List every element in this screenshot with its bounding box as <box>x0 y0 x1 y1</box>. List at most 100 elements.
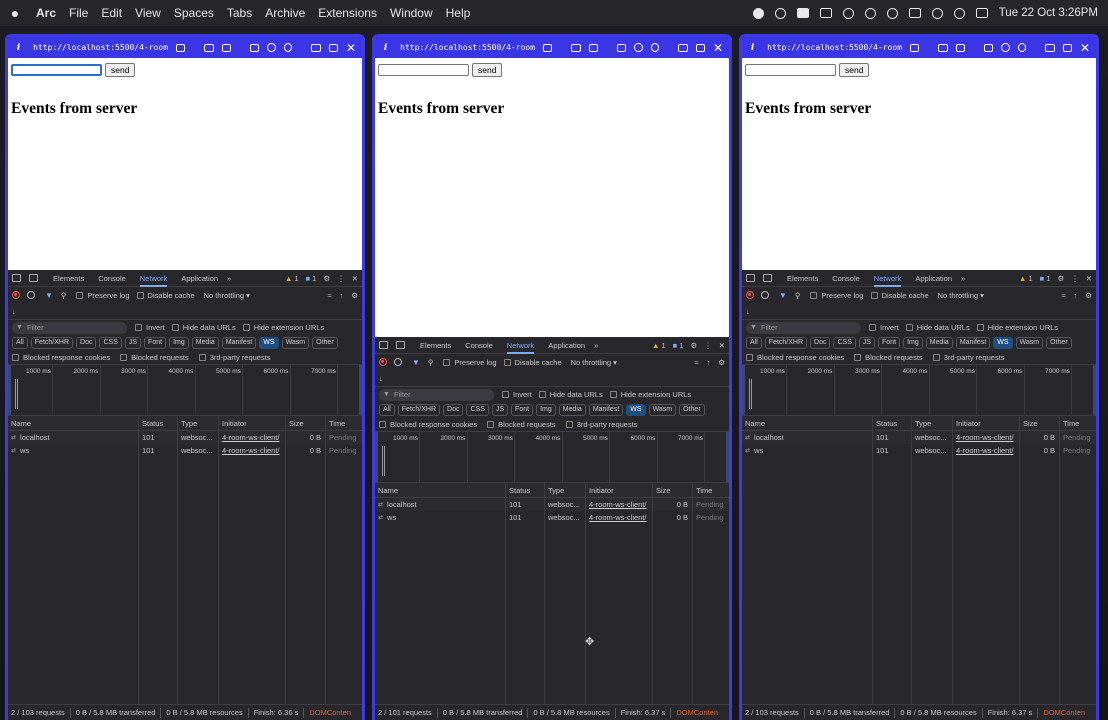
more-tabs-icon[interactable]: » <box>594 341 598 350</box>
type-filter-img[interactable]: Img <box>903 336 923 349</box>
col-size[interactable]: Size <box>653 483 693 497</box>
send-button[interactable]: send <box>839 63 870 77</box>
hide-data-urls-checkbox[interactable] <box>171 324 179 331</box>
menu-tabs[interactable]: Tabs <box>227 6 252 20</box>
type-filter-manifest[interactable]: Manifest <box>221 336 257 349</box>
disable-cache-checkbox[interactable] <box>136 291 144 299</box>
hide-extension-urls-checkbox[interactable] <box>609 391 617 398</box>
picture-in-picture-icon[interactable] <box>204 43 214 52</box>
type-filter-wasm[interactable]: Wasm <box>1015 336 1044 349</box>
blocked-cookies-checkbox[interactable] <box>379 420 386 428</box>
col-time[interactable]: Time <box>693 483 729 497</box>
invert-checkbox[interactable] <box>135 324 142 331</box>
sidebar-toggle-icon[interactable] <box>617 43 627 52</box>
type-filter-img[interactable]: Img <box>169 336 189 349</box>
col-type[interactable]: Type <box>545 483 586 497</box>
type-filter-font[interactable]: Font <box>144 336 167 349</box>
third-party-checkbox[interactable] <box>932 353 940 361</box>
overview-left-handle[interactable] <box>375 432 378 482</box>
warning-count[interactable]: ▲ 1 <box>285 274 299 283</box>
cell-initiator[interactable]: 4-room-ws-client/ <box>953 444 1020 457</box>
type-filter-media[interactable]: Media <box>191 336 219 349</box>
download-icon[interactable]: ↓ <box>12 307 16 316</box>
upload-icon[interactable]: ↑ <box>707 358 711 367</box>
filter-input[interactable]: ▼ Filter <box>379 388 494 401</box>
table-row[interactable]: ⇄ localhost 101 websoc... 4-room-ws-client/0… <box>375 498 729 511</box>
message-input[interactable] <box>745 64 836 76</box>
type-filter-css[interactable]: CSS <box>466 403 489 416</box>
globe-icon[interactable] <box>267 43 276 52</box>
table-row[interactable]: ⇄ ws 101 websoc... 4-room-ws-client/0 B Pendi… <box>742 444 1096 457</box>
hide-data-urls-checkbox[interactable] <box>538 391 546 398</box>
type-filter-doc[interactable]: Doc <box>76 336 97 349</box>
clear-icon[interactable] <box>27 291 35 299</box>
network-conditions-icon[interactable]: ≈ <box>1061 291 1065 300</box>
copy-link-icon[interactable] <box>543 43 553 52</box>
devtools-close-icon[interactable]: ✕ <box>719 341 725 350</box>
send-button[interactable]: send <box>105 63 136 77</box>
hide-extension-urls-checkbox[interactable] <box>976 324 984 331</box>
tab-network[interactable]: Network <box>139 270 168 287</box>
type-filter-ws[interactable]: WS <box>259 336 279 349</box>
network-overview[interactable]: 1000 ms 2000 ms 3000 ms 4000 ms 5000 ms 6000 … <box>742 365 1096 416</box>
message-input[interactable] <box>11 64 102 76</box>
table-row[interactable]: ⇄ localhost 101 websoc... 4-room-ws-client/0… <box>8 431 362 444</box>
upload-icon[interactable]: ↑ <box>1074 291 1078 300</box>
type-filter-fetchxhr[interactable]: Fetch/XHR <box>764 336 808 349</box>
devtools-settings-icon[interactable]: ⚙ <box>1057 274 1064 283</box>
warning-count[interactable]: ▲ 1 <box>652 341 666 350</box>
overview-right-handle[interactable] <box>359 365 362 415</box>
download-icon[interactable]: ↓ <box>746 307 750 316</box>
type-filter-all[interactable]: All <box>379 403 395 416</box>
type-filter-other[interactable]: Other <box>679 403 705 416</box>
copy-link-icon[interactable] <box>910 43 920 52</box>
close-pane-icon[interactable]: ✕ <box>1080 42 1090 54</box>
split-view-icon[interactable] <box>328 43 338 52</box>
more-tabs-icon[interactable]: » <box>227 274 231 283</box>
tab-console[interactable]: Console <box>832 270 860 287</box>
sidebar-toggle-icon[interactable] <box>250 43 260 52</box>
col-name[interactable]: Name <box>742 416 873 430</box>
preserve-log-checkbox[interactable] <box>443 358 451 366</box>
tab-application[interactable]: Application <box>548 337 585 354</box>
settings-gear-icon[interactable] <box>650 43 660 52</box>
blocked-requests-checkbox[interactable] <box>120 353 128 361</box>
blocked-requests-checkbox[interactable] <box>487 420 495 428</box>
menu-help[interactable]: Help <box>446 6 471 20</box>
globe-icon[interactable] <box>634 43 643 52</box>
expand-icon[interactable] <box>678 43 688 52</box>
tab-network[interactable]: Network <box>506 337 535 354</box>
split-view-icon[interactable] <box>1062 43 1072 52</box>
network-overview[interactable]: 1000 ms 2000 ms 3000 ms 4000 ms 5000 ms 6000 … <box>375 432 729 483</box>
search-icon[interactable]: ⚲ <box>61 291 67 300</box>
record-icon[interactable] <box>12 291 20 299</box>
upload-icon[interactable]: ↑ <box>340 291 344 300</box>
cell-initiator[interactable]: 4-room-ws-client/ <box>219 444 286 457</box>
inspect-element-icon[interactable] <box>746 274 755 282</box>
col-type[interactable]: Type <box>178 416 219 430</box>
tab-console[interactable]: Console <box>98 270 126 287</box>
col-type[interactable]: Type <box>912 416 953 430</box>
col-name[interactable]: Name <box>375 483 506 497</box>
device-toolbar-icon[interactable] <box>396 341 405 349</box>
type-filter-font[interactable]: Font <box>511 403 534 416</box>
type-filter-other[interactable]: Other <box>312 336 338 349</box>
col-status[interactable]: Status <box>506 483 545 497</box>
type-filter-ws[interactable]: WS <box>626 403 646 416</box>
settings-gear-icon[interactable] <box>283 43 293 52</box>
overview-right-handle[interactable] <box>1093 365 1096 415</box>
control-center-icon[interactable] <box>975 8 988 18</box>
filter-icon[interactable]: ▼ <box>412 358 420 367</box>
expand-icon[interactable] <box>311 43 321 52</box>
menu-spaces[interactable]: Spaces <box>174 6 214 20</box>
network-overview[interactable]: 1000 ms 2000 ms 3000 ms 4000 ms 5000 ms 6000 … <box>8 365 362 416</box>
play-icon[interactable] <box>886 7 898 19</box>
inspect-element-icon[interactable] <box>12 274 21 282</box>
type-filter-js[interactable]: JS <box>124 336 142 349</box>
network-conditions-icon[interactable]: ≈ <box>694 358 698 367</box>
camera-icon[interactable] <box>955 43 966 52</box>
sidebar-toggle-icon[interactable] <box>984 43 994 52</box>
network-settings-icon[interactable]: ⚙ <box>718 358 725 367</box>
url-text[interactable]: http://localhost:5500/4-room-ws-... <box>400 43 535 52</box>
devtools-menu-icon[interactable]: ⋮ <box>337 274 345 283</box>
